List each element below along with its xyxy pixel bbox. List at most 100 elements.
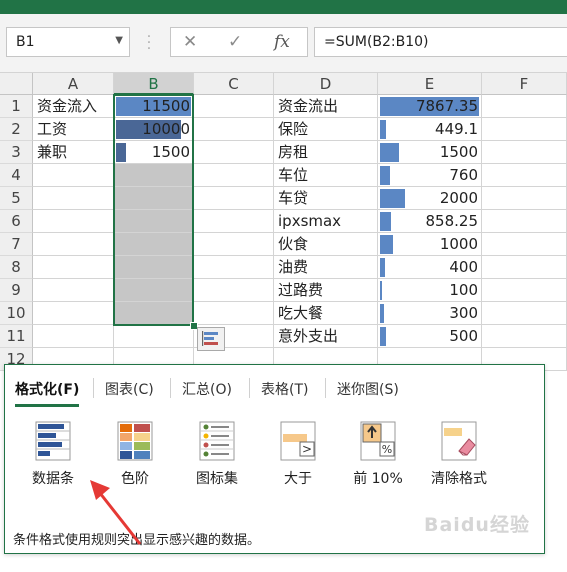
cell-e7[interactable]: 1000: [378, 233, 482, 256]
cell-d8[interactable]: 油费: [274, 256, 378, 279]
cell-d4[interactable]: 车位: [274, 164, 378, 187]
cell-f11[interactable]: [482, 325, 567, 348]
cell-d10[interactable]: 吃大餐: [274, 302, 378, 325]
cell-d3[interactable]: 房租: [274, 141, 378, 164]
quick-analysis-button[interactable]: [197, 327, 225, 351]
name-box[interactable]: B1 ▼: [6, 27, 130, 57]
chevron-down-icon[interactable]: ▼: [115, 35, 123, 46]
cell-f5[interactable]: [482, 187, 567, 210]
cell-e3[interactable]: 1500: [378, 141, 482, 164]
cell-b1[interactable]: 11500: [114, 95, 194, 118]
enter-check-icon[interactable]: ✓: [228, 32, 242, 52]
cell-a6[interactable]: [33, 210, 114, 233]
row-header-1[interactable]: 1: [0, 95, 33, 118]
cell-c8[interactable]: [194, 256, 274, 279]
cell-d6[interactable]: ipxsmax: [274, 210, 378, 233]
column-header-f[interactable]: F: [482, 73, 567, 95]
cell-f9[interactable]: [482, 279, 567, 302]
cell-e2[interactable]: 449.1: [378, 118, 482, 141]
cell-a7[interactable]: [33, 233, 114, 256]
tab-charts[interactable]: 图表(C): [105, 379, 154, 399]
cell-e8[interactable]: 400: [378, 256, 482, 279]
row-header-4[interactable]: 4: [0, 164, 33, 187]
cell-c4[interactable]: [194, 164, 274, 187]
tab-sparklines[interactable]: 迷你图(S): [337, 379, 399, 399]
row-header-7[interactable]: 7: [0, 233, 33, 256]
cell-d7[interactable]: 伙食: [274, 233, 378, 256]
cell-c3[interactable]: [194, 141, 274, 164]
cell-f1[interactable]: [482, 95, 567, 118]
cancel-icon[interactable]: ✕: [183, 32, 197, 52]
cell-a5[interactable]: [33, 187, 114, 210]
cell-e9[interactable]: 100: [378, 279, 482, 302]
row-header-11[interactable]: 11: [0, 325, 33, 348]
cell-f2[interactable]: [482, 118, 567, 141]
data-bars-button[interactable]: 数据条: [13, 421, 93, 491]
cell-a8[interactable]: [33, 256, 114, 279]
column-header-c[interactable]: C: [194, 73, 274, 95]
cell-a9[interactable]: [33, 279, 114, 302]
clear-format-button[interactable]: 清除格式: [419, 421, 499, 491]
cell-e1[interactable]: 7867.35: [378, 95, 482, 118]
grip-icon[interactable]: · · ·: [146, 30, 152, 56]
cell-b11[interactable]: [114, 325, 194, 348]
cell-d9[interactable]: 过路费: [274, 279, 378, 302]
cell-c5[interactable]: [194, 187, 274, 210]
cell-b7[interactable]: [114, 233, 194, 256]
cell-f3[interactable]: [482, 141, 567, 164]
cell-e4[interactable]: 760: [378, 164, 482, 187]
cell-b10[interactable]: [114, 302, 194, 325]
cell-c7[interactable]: [194, 233, 274, 256]
select-all-corner[interactable]: [0, 73, 33, 95]
tab-tables[interactable]: 表格(T): [261, 379, 308, 399]
row-header-9[interactable]: 9: [0, 279, 33, 302]
cell-a4[interactable]: [33, 164, 114, 187]
cell-f10[interactable]: [482, 302, 567, 325]
cell-a1[interactable]: 资金流入: [33, 95, 114, 118]
column-header-d[interactable]: D: [274, 73, 378, 95]
insert-function-icon[interactable]: fx: [274, 32, 290, 52]
cell-c6[interactable]: [194, 210, 274, 233]
cell-a2[interactable]: 工资: [33, 118, 114, 141]
row-header-8[interactable]: 8: [0, 256, 33, 279]
cell-b4[interactable]: [114, 164, 194, 187]
row-header-2[interactable]: 2: [0, 118, 33, 141]
cell-e10[interactable]: 300: [378, 302, 482, 325]
column-header-e[interactable]: E: [378, 73, 482, 95]
cell-d5[interactable]: 车贷: [274, 187, 378, 210]
tab-formatting[interactable]: 格式化(F): [15, 379, 80, 407]
cell-c2[interactable]: [194, 118, 274, 141]
row-header-5[interactable]: 5: [0, 187, 33, 210]
cell-b3[interactable]: 1500: [114, 141, 194, 164]
cell-f4[interactable]: [482, 164, 567, 187]
greater-than-button[interactable]: > 大于: [258, 421, 338, 491]
cell-d1[interactable]: 资金流出: [274, 95, 378, 118]
row-header-10[interactable]: 10: [0, 302, 33, 325]
row-header-6[interactable]: 6: [0, 210, 33, 233]
cell-d2[interactable]: 保险: [274, 118, 378, 141]
column-header-b[interactable]: B: [114, 73, 194, 95]
cell-b9[interactable]: [114, 279, 194, 302]
cell-b6[interactable]: [114, 210, 194, 233]
cell-e5[interactable]: 2000: [378, 187, 482, 210]
icon-set-button[interactable]: 图标集: [177, 421, 257, 491]
cell-f6[interactable]: [482, 210, 567, 233]
cell-a10[interactable]: [33, 302, 114, 325]
tab-totals[interactable]: 汇总(O): [182, 379, 232, 399]
cell-e11[interactable]: 500: [378, 325, 482, 348]
cell-b8[interactable]: [114, 256, 194, 279]
cell-c1[interactable]: [194, 95, 274, 118]
cell-a3[interactable]: 兼职: [33, 141, 114, 164]
cell-f7[interactable]: [482, 233, 567, 256]
cell-c9[interactable]: [194, 279, 274, 302]
row-header-3[interactable]: 3: [0, 141, 33, 164]
formula-input[interactable]: =SUM(B2:B10): [314, 27, 567, 57]
cell-b2[interactable]: 10000: [114, 118, 194, 141]
cell-c10[interactable]: [194, 302, 274, 325]
cell-d11[interactable]: 意外支出: [274, 325, 378, 348]
cell-f8[interactable]: [482, 256, 567, 279]
cell-b5[interactable]: [114, 187, 194, 210]
top-10-percent-button[interactable]: % 前 10%: [338, 421, 418, 491]
cell-a11[interactable]: [33, 325, 114, 348]
column-header-a[interactable]: A: [33, 73, 114, 95]
